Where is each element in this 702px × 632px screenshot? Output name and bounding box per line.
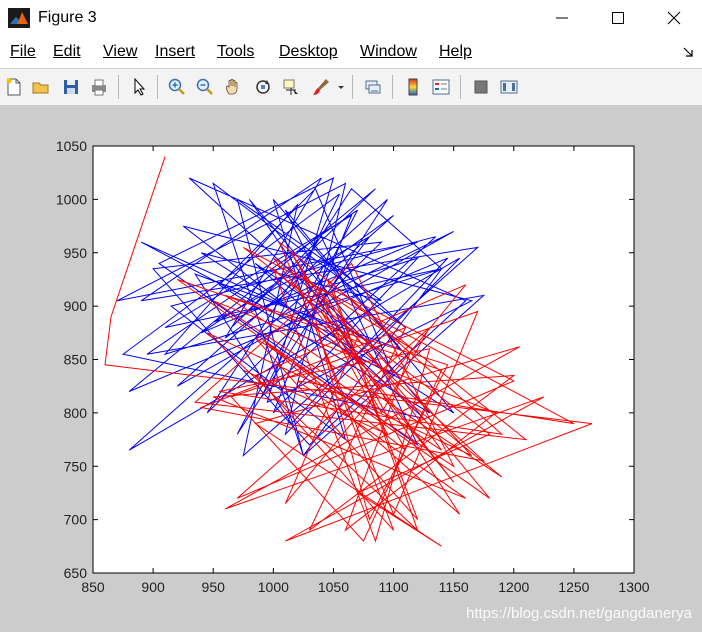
hide-plot-tools-icon[interactable] — [471, 77, 491, 97]
pointer-icon[interactable] — [130, 77, 150, 97]
menu-insert[interactable]: Insert — [155, 43, 195, 61]
brush-dropdown-icon[interactable] — [336, 77, 346, 97]
link-plot-icon[interactable] — [363, 77, 383, 97]
menu-desktop[interactable]: Desktop — [279, 43, 338, 61]
y-tick-label: 850 — [64, 352, 88, 368]
y-tick-label: 650 — [64, 565, 88, 581]
minimize-icon — [556, 17, 568, 19]
x-tick-label: 1200 — [498, 579, 529, 595]
x-tick-label: 1050 — [318, 579, 349, 595]
menu-help[interactable]: Help — [439, 43, 472, 61]
window-title: Figure 3 — [38, 9, 97, 26]
menu-window[interactable]: Window — [360, 43, 417, 61]
x-tick-label: 1100 — [379, 579, 409, 595]
x-tick-label: 850 — [81, 579, 105, 595]
rotate-3d-icon[interactable] — [253, 77, 273, 97]
x-tick-label: 900 — [141, 579, 165, 595]
menu-view[interactable]: View — [103, 43, 137, 61]
zoom-out-icon[interactable] — [195, 77, 215, 97]
figure-toolbar — [0, 68, 702, 106]
y-tick-label: 700 — [64, 512, 88, 528]
close-icon — [667, 11, 681, 25]
x-tick-label: 1150 — [439, 579, 469, 595]
x-tick-label: 1250 — [558, 579, 589, 595]
insert-legend-icon[interactable] — [431, 77, 451, 97]
brush-icon[interactable] — [311, 77, 331, 97]
y-tick-label: 1050 — [56, 138, 87, 154]
pan-hand-icon[interactable] — [223, 77, 243, 97]
x-tick-label: 1300 — [618, 579, 649, 595]
y-tick-label: 1000 — [56, 191, 87, 207]
print-icon[interactable] — [89, 77, 109, 97]
y-tick-label: 950 — [64, 245, 88, 261]
menu-tools[interactable]: Tools — [217, 43, 254, 61]
menu-edit[interactable]: Edit — [53, 43, 81, 61]
open-file-icon[interactable] — [31, 77, 51, 97]
save-icon[interactable] — [61, 77, 81, 97]
minimize-button[interactable] — [534, 0, 590, 36]
matlab-logo-icon — [8, 8, 30, 28]
insert-colorbar-icon[interactable] — [403, 77, 423, 97]
close-button[interactable] — [646, 0, 702, 36]
menu-file[interactable]: File — [10, 43, 36, 61]
data-cursor-icon[interactable] — [281, 77, 301, 97]
y-tick-label: 800 — [64, 405, 88, 421]
show-plot-tools-icon[interactable] — [499, 77, 519, 97]
line-chart[interactable]: 850 900 950 1000 1050 1100 1150 1200 1250 1300 650… — [0, 105, 702, 632]
menu-bar: File Edit View Insert Tools Desktop Wind… — [0, 38, 702, 66]
undock-arrow-icon[interactable] — [682, 46, 694, 58]
new-figure-icon[interactable] — [4, 77, 24, 97]
x-tick-label: 1000 — [258, 579, 289, 595]
maximize-button[interactable] — [590, 0, 646, 36]
title-bar: Figure 3 — [0, 0, 702, 38]
y-tick-label: 900 — [64, 298, 88, 314]
watermark: https://blog.csdn.net/gangdanerya — [466, 605, 692, 622]
maximize-icon — [612, 12, 624, 24]
y-tick-label: 750 — [64, 458, 88, 474]
zoom-in-icon[interactable] — [167, 77, 187, 97]
x-tick-label: 950 — [202, 579, 226, 595]
figure-canvas: 850 900 950 1000 1050 1100 1150 1200 1250 1300 650… — [0, 105, 702, 632]
